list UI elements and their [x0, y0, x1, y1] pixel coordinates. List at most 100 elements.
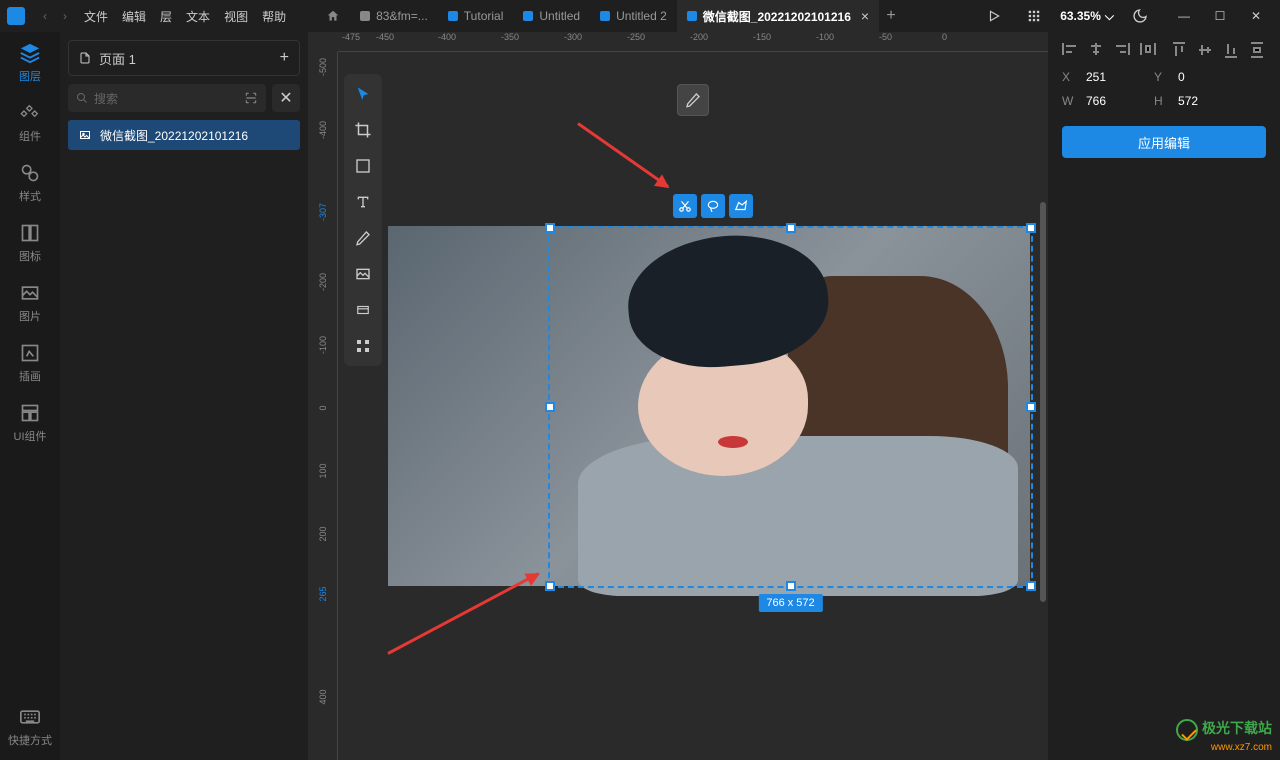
canvas-area: -475 -450 -400 -350 -300 -250 -200 -150 … [308, 32, 1048, 760]
rail-layers[interactable]: 图层 [19, 42, 41, 84]
document-tabs: 83&fm=... Tutorial Untitled Untitled 2 微… [316, 0, 980, 32]
ui-icon [19, 402, 41, 424]
prop-x[interactable]: X251 [1062, 70, 1106, 84]
crop-polygon-button[interactable] [729, 194, 753, 218]
watermark-logo-icon [1176, 719, 1198, 741]
layer-item[interactable]: 微信截图_2022120210121​6 [68, 120, 300, 150]
crop-scissors-button[interactable] [673, 194, 697, 218]
rail-label: UI组件 [14, 428, 47, 444]
rail-styles[interactable]: 样式 [19, 162, 41, 204]
frame-tool[interactable] [348, 296, 378, 324]
menu-help[interactable]: 帮助 [262, 8, 286, 25]
close-icon[interactable]: × [861, 8, 869, 24]
tab-0[interactable]: 83&fm=... [350, 0, 438, 32]
apply-edit-button[interactable]: 应用编辑 [1062, 126, 1266, 158]
tab-1[interactable]: Tutorial [438, 0, 514, 32]
home-tab[interactable] [316, 0, 350, 32]
add-page-button[interactable]: + [280, 49, 289, 67]
resize-handle[interactable] [1026, 223, 1036, 233]
menu-layer[interactable]: 层 [160, 8, 172, 25]
rail-icons[interactable]: 图标 [19, 222, 41, 264]
rail-components[interactable]: 组件 [19, 102, 41, 144]
ruler-tick: -300 [564, 32, 582, 42]
align-top-icon[interactable] [1172, 42, 1188, 56]
zoom-display[interactable]: 63.35%⌵ [1060, 9, 1114, 24]
ruler-tick: -350 [501, 32, 519, 42]
prop-y[interactable]: Y0 [1154, 70, 1185, 84]
tab-label: Tutorial [464, 9, 504, 23]
menu-file[interactable]: 文件 [84, 8, 108, 25]
ruler-tick: -100 [816, 32, 834, 42]
menu-edit[interactable]: 编辑 [122, 8, 146, 25]
nav-back-icon[interactable]: ‹ [36, 5, 54, 27]
tab-4-active[interactable]: 微信截图_2022120210121​6× [677, 0, 879, 32]
layer-search[interactable]: 搜索 [68, 84, 266, 112]
menu-text[interactable]: 文本 [186, 8, 210, 25]
grid-icon[interactable] [1020, 2, 1048, 30]
close-button[interactable]: ✕ [1238, 2, 1274, 30]
distribute-v-icon[interactable] [1250, 42, 1266, 56]
resize-handle[interactable] [1026, 581, 1036, 591]
rail-label: 图层 [19, 68, 41, 84]
tab-label: 83&fm=... [376, 9, 428, 23]
nav-forward-icon[interactable]: › [56, 5, 74, 27]
rail-ui-components[interactable]: UI组件 [14, 402, 47, 444]
pen-tool[interactable] [348, 224, 378, 252]
resize-handle[interactable] [786, 223, 796, 233]
move-tool[interactable] [348, 80, 378, 108]
play-icon[interactable] [980, 2, 1008, 30]
resize-handle[interactable] [545, 223, 555, 233]
tab-label: Untitled 2 [616, 9, 667, 23]
resize-handle[interactable] [545, 402, 555, 412]
resize-handle[interactable] [545, 581, 555, 591]
minimize-button[interactable]: — [1166, 2, 1202, 30]
rail-shortcuts[interactable]: 快捷方式 [8, 706, 52, 748]
tab-3[interactable]: Untitled 2 [590, 0, 677, 32]
rail-label: 图标 [19, 248, 41, 264]
theme-toggle-icon[interactable] [1126, 2, 1154, 30]
text-tool[interactable] [348, 188, 378, 216]
rail-illustrations[interactable]: 插画 [19, 342, 41, 384]
prop-h[interactable]: H572 [1154, 94, 1198, 108]
annotation-arrow [577, 122, 669, 188]
menu-view[interactable]: 视图 [224, 8, 248, 25]
crop-tool[interactable] [348, 116, 378, 144]
new-tab-button[interactable]: + [879, 7, 903, 25]
page-selector[interactable]: 页面 1 + [68, 40, 300, 76]
image-tool[interactable] [348, 260, 378, 288]
align-bottom-icon[interactable] [1224, 42, 1240, 56]
vertical-scrollbar[interactable] [1040, 202, 1046, 602]
align-center-v-icon[interactable] [1198, 42, 1214, 56]
rect-tool[interactable] [348, 152, 378, 180]
resize-handle[interactable] [786, 581, 796, 591]
tab-2[interactable]: Untitled [513, 0, 590, 32]
app-logo[interactable] [0, 0, 32, 32]
ruler-horizontal[interactable]: -475 -450 -400 -350 -300 -250 -200 -150 … [338, 32, 1048, 52]
ruler-vertical[interactable]: -500 -400 -307 -200 -100 0 100 200 265 4… [308, 52, 338, 760]
align-center-h-icon[interactable] [1088, 42, 1104, 56]
align-right-icon[interactable] [1114, 42, 1130, 56]
images-icon [19, 282, 41, 304]
rail-label: 样式 [19, 188, 41, 204]
canvas[interactable]: 766 x 572 [338, 52, 1048, 760]
rail-label: 图片 [19, 308, 41, 324]
ruler-tick: -150 [753, 32, 771, 42]
more-tool[interactable] [348, 332, 378, 360]
maximize-button[interactable]: ☐ [1202, 2, 1238, 30]
layers-panel: 页面 1 + 搜索 ✕ 微信截图_2022120210121​6 [60, 32, 308, 760]
rail-label: 插画 [19, 368, 41, 384]
selection-box[interactable]: 766 x 572 [548, 226, 1033, 588]
ruler-tick: -307 [318, 197, 328, 227]
search-close-button[interactable]: ✕ [272, 84, 300, 112]
resize-handle[interactable] [1026, 402, 1036, 412]
crop-lasso-button[interactable] [701, 194, 725, 218]
search-icon [76, 92, 88, 104]
scan-icon[interactable] [244, 91, 258, 105]
prop-w[interactable]: W766 [1062, 94, 1106, 108]
rail-images[interactable]: 图片 [19, 282, 41, 324]
align-left-icon[interactable] [1062, 42, 1078, 56]
watermark-text: 极光下载站 [1202, 720, 1272, 736]
edit-pencil-button[interactable] [677, 84, 709, 116]
distribute-h-icon[interactable] [1140, 42, 1156, 56]
prop-label: X [1062, 70, 1076, 84]
